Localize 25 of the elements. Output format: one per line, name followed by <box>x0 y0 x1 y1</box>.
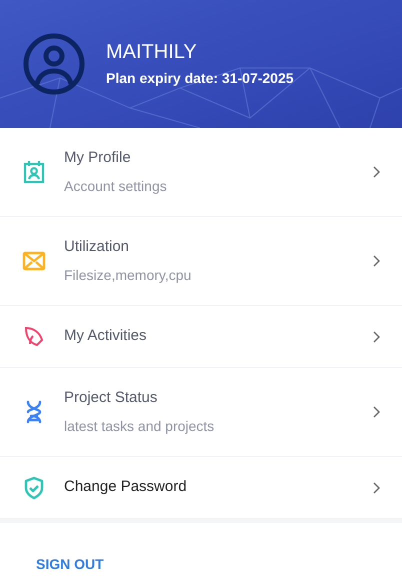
chevron-right-icon <box>372 482 380 494</box>
plan-expiry-text: Plan expiry date: 31-07-2025 <box>106 68 294 88</box>
menu-item[interactable]: My Profile Account settings <box>0 128 402 217</box>
user-name: MAITHILY <box>106 40 198 64</box>
chevron-right-icon <box>372 330 380 342</box>
menu-item-title: My Activities <box>64 326 148 346</box>
envelope-icon <box>22 251 46 271</box>
chevron-right-icon <box>372 406 380 418</box>
menu-item-subtitle: Account settings <box>64 176 168 196</box>
shield-check-icon <box>23 476 45 500</box>
chevron-right-icon <box>372 255 380 267</box>
menu-item-title: My Profile <box>64 148 132 168</box>
calendar-person-icon <box>23 160 45 184</box>
sign-out-button[interactable]: SIGN OUT <box>36 554 104 575</box>
chevron-right-icon <box>372 166 380 178</box>
menu-item-title: Change Password <box>64 477 188 498</box>
dna-icon <box>24 400 44 424</box>
user-avatar-icon <box>22 32 86 96</box>
menu-item-title: Project Status <box>64 388 158 408</box>
menu-item[interactable]: My Activities <box>0 306 402 368</box>
menu-item[interactable]: Project Status latest tasks and projects <box>0 368 402 457</box>
menu-item-subtitle: latest tasks and projects <box>64 416 216 436</box>
menu-item[interactable]: Utilization Filesize,memory,cpu <box>0 217 402 306</box>
menu-item-title: Utilization <box>64 237 130 258</box>
menu-item-subtitle: Filesize,memory,cpu <box>64 266 192 285</box>
